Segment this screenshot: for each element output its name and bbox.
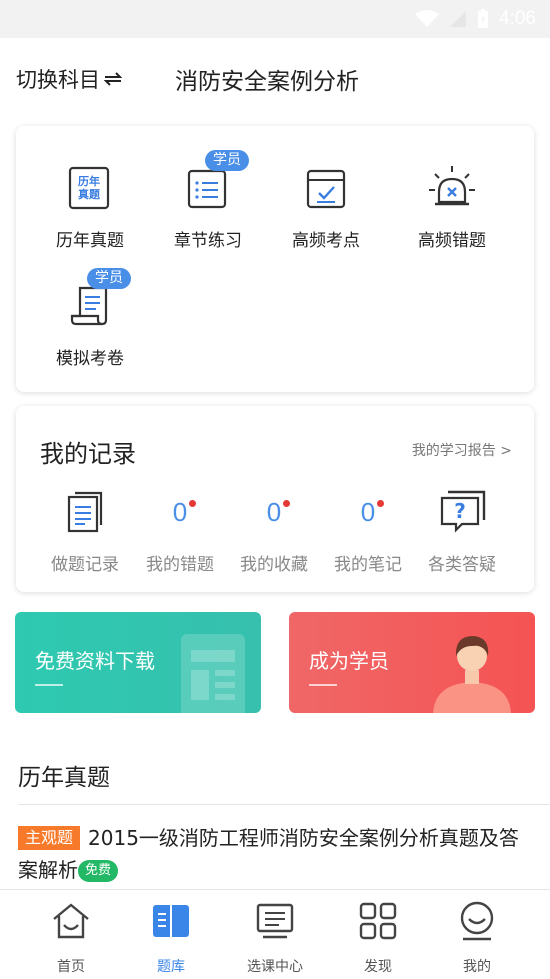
grid-item-chapter-practice[interactable]: 学员 章节练习 [148, 150, 268, 251]
home-icon [53, 903, 89, 939]
profile-icon [460, 901, 494, 941]
tab-label: 题库 [157, 959, 185, 975]
record-label: 我的笔记 [334, 555, 402, 575]
mistakes-count-value: 0 [172, 496, 188, 527]
section-title: 历年真题 [18, 765, 110, 791]
swap-arrows-icon [104, 72, 122, 86]
doc-list-icon [67, 491, 103, 533]
tab-label: 发现 [364, 959, 392, 975]
record-my-mistakes[interactable]: 0 我的错题 [133, 490, 227, 576]
tab-profile[interactable]: 我的 [422, 900, 532, 976]
switch-subject-label: 切换科目 [16, 68, 100, 92]
tab-discover[interactable]: 发现 [323, 900, 433, 976]
member-badge: 学员 [87, 268, 131, 289]
svg-text:历年: 历年 [78, 174, 100, 188]
banner-underline [309, 684, 337, 686]
feature-grid-card: 历年 真题 历年真题 学员 章节练习 高频考点 高频错题 学员 模拟考卷 [16, 126, 534, 392]
subjective-tag: 主观题 [18, 826, 81, 850]
person-avatar-icon [433, 636, 511, 713]
divider [18, 804, 550, 805]
record-label: 做题记录 [51, 555, 119, 575]
tab-label: 选课中心 [247, 959, 303, 975]
record-my-notes[interactable]: 0 我的笔记 [321, 490, 415, 576]
banner-label: 成为学员 [309, 649, 389, 673]
free-badge: 免费 [78, 860, 119, 882]
tab-course-center[interactable]: 选课中心 [220, 900, 330, 976]
status-bar: 4:06 [0, 0, 550, 38]
record-label: 我的错题 [146, 555, 214, 575]
switch-subject-button[interactable]: 切换科目 [16, 64, 122, 94]
red-dot-indicator [377, 499, 385, 507]
grid-discover-icon [359, 902, 397, 940]
favorites-count-value: 0 [266, 496, 282, 527]
study-report-link[interactable]: 我的学习报告 > [412, 440, 512, 460]
newspaper-icon [181, 634, 245, 713]
record-label: 我的收藏 [240, 555, 308, 575]
favorites-count: 0 [266, 496, 291, 528]
grid-item-label: 高频考点 [292, 231, 360, 251]
course-center-icon [256, 903, 294, 939]
grid-item-label: 高频错题 [418, 231, 486, 251]
grid-item-mock-exam[interactable]: 学员 模拟考卷 [30, 268, 150, 369]
grid-item-frequent-errors[interactable]: 高频错题 [392, 162, 512, 251]
bottom-tab-bar: 首页 题库 选课中心 发现 我的 [0, 889, 550, 979]
tab-home[interactable]: 首页 [16, 900, 126, 976]
alarm-light-icon [429, 166, 475, 206]
battery-icon [478, 9, 489, 28]
grid-item-past-exams[interactable]: 历年 真题 历年真题 [30, 162, 150, 251]
wifi-icon [415, 10, 440, 27]
svg-text:?: ? [454, 499, 466, 523]
red-dot-indicator [189, 499, 197, 507]
free-download-banner[interactable]: 免费资料下载 [15, 612, 261, 713]
tab-question-bank[interactable]: 题库 [116, 900, 226, 976]
record-qa[interactable]: ? 各类答疑 [415, 490, 509, 575]
signal-icon [450, 11, 467, 27]
question-bank-icon [153, 905, 189, 937]
tab-label: 我的 [463, 959, 491, 975]
notes-count: 0 [360, 496, 385, 528]
grid-item-label: 模拟考卷 [56, 349, 124, 369]
status-time: 4:06 [499, 8, 536, 29]
member-badge: 学员 [205, 150, 249, 171]
become-member-banner[interactable]: 成为学员 [289, 612, 535, 713]
grid-item-key-points[interactable]: 高频考点 [266, 162, 386, 251]
record-practice-history[interactable]: 做题记录 [38, 490, 132, 575]
record-my-favorites[interactable]: 0 我的收藏 [227, 490, 321, 576]
record-label: 各类答疑 [428, 555, 496, 575]
banner-underline [35, 684, 63, 686]
article-item[interactable]: 主观题 2015一级消防工程师消防安全案例分析真题及答案解析 免费 [18, 822, 530, 886]
past-exams-icon: 历年 真题 [68, 166, 110, 210]
mistakes-count: 0 [172, 496, 197, 528]
grid-item-label: 章节练习 [174, 231, 242, 251]
banner-label: 免费资料下载 [35, 649, 155, 673]
checkbox-icon [306, 169, 346, 209]
red-dot-indicator [283, 499, 291, 507]
page-title: 消防安全案例分析 [175, 69, 359, 95]
grid-item-label: 历年真题 [56, 231, 124, 251]
tab-label: 首页 [57, 959, 85, 975]
header: 切换科目 消防安全案例分析 [0, 38, 550, 118]
scroll-paper-icon [70, 286, 108, 326]
records-title: 我的记录 [40, 440, 136, 468]
question-bubble-icon: ? [440, 490, 486, 533]
chapter-list-icon [187, 169, 227, 209]
my-records-card: 我的记录 我的学习报告 > 做题记录 0 我的错题 0 我的收藏 0 我的笔记 [16, 406, 534, 592]
svg-text:真题: 真题 [78, 187, 101, 201]
notes-count-value: 0 [360, 496, 376, 527]
